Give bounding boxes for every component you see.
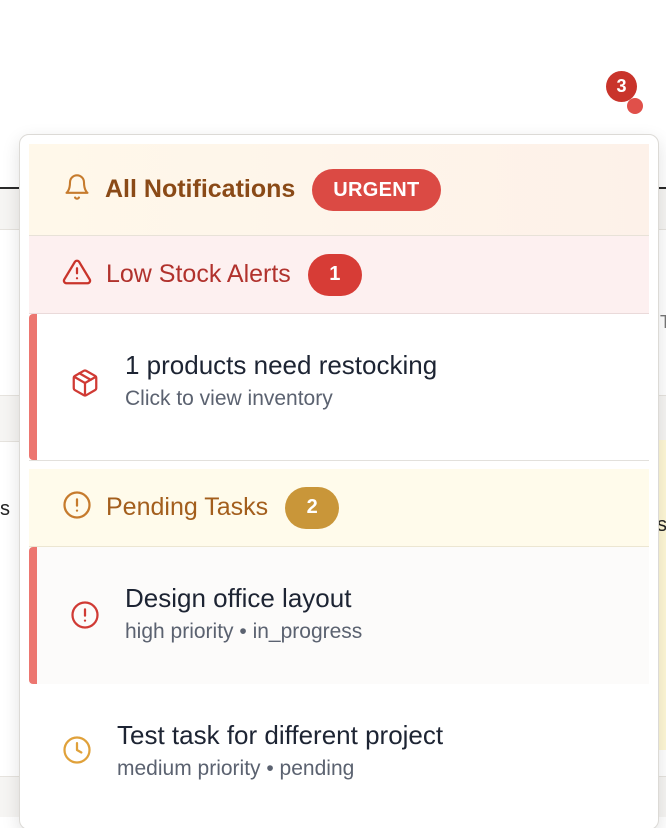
- list-item[interactable]: Design office layout high priority • in_…: [29, 547, 649, 684]
- notification-subtitle: Click to view inventory: [125, 387, 333, 410]
- background-text-fragment: T: [660, 312, 666, 332]
- page: s s T 3 All Notifications URGENT Low Sto…: [0, 0, 666, 828]
- notifications-title: All Notifications: [105, 175, 296, 203]
- alert-circle-icon: [62, 490, 92, 525]
- background-text-fragment: s: [0, 498, 10, 520]
- notification-dot: [627, 98, 643, 114]
- pending-tasks-count-badge: 2: [285, 486, 340, 529]
- low-stock-label: Low Stock Alerts: [106, 260, 291, 288]
- task-title: Design office layout: [125, 583, 352, 613]
- notification-text: Test task for different project medium p…: [117, 720, 443, 781]
- list-item[interactable]: 1 products need restocking Click to view…: [29, 314, 649, 460]
- section-divider: [29, 460, 649, 469]
- low-stock-section-header: Low Stock Alerts 1: [29, 236, 649, 314]
- notifications-dropdown: All Notifications URGENT Low Stock Alert…: [19, 134, 659, 828]
- low-stock-count-badge: 1: [307, 253, 362, 296]
- package-icon: [70, 368, 100, 403]
- notification-text: Design office layout high priority • in_…: [125, 583, 362, 644]
- task-subtitle: high priority • in_progress: [125, 620, 363, 643]
- alert-circle-icon: [70, 600, 100, 635]
- notification-text: 1 products need restocking Click to view…: [125, 350, 437, 411]
- pending-tasks-label: Pending Tasks: [106, 493, 269, 521]
- task-subtitle: medium priority • pending: [117, 757, 355, 780]
- accent-bar: [29, 314, 37, 460]
- urgent-badge: URGENT: [312, 168, 441, 211]
- bell-icon: [63, 173, 91, 206]
- notifications-header: All Notifications URGENT: [29, 144, 649, 236]
- clock-icon: [62, 735, 92, 770]
- notification-title: 1 products need restocking: [125, 350, 438, 380]
- list-item[interactable]: Test task for different project medium p…: [29, 684, 649, 818]
- warning-triangle-icon: [62, 257, 92, 292]
- task-title: Test task for different project: [117, 720, 444, 750]
- accent-bar: [29, 547, 37, 684]
- pending-tasks-section-header: Pending Tasks 2: [29, 469, 649, 547]
